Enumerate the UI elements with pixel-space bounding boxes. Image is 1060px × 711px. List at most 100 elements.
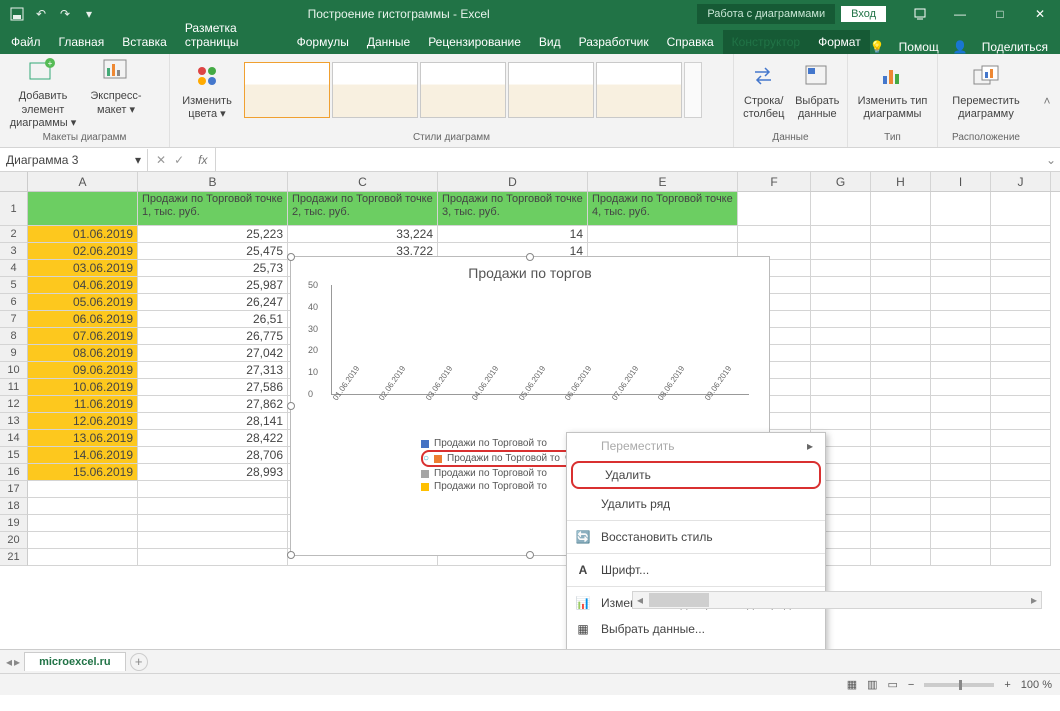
cell[interactable]: 09.06.2019 — [28, 362, 138, 379]
tab-chart-format[interactable]: Формат — [809, 30, 870, 54]
cell[interactable]: 26,247 — [138, 294, 288, 311]
row-header[interactable]: 2 — [0, 226, 28, 243]
tab-developer[interactable]: Разработчик — [570, 30, 658, 54]
cell[interactable]: 08.06.2019 — [28, 345, 138, 362]
cell[interactable] — [28, 481, 138, 498]
worksheet-grid[interactable]: A B C D E F G H I J 1 Продажи по Торгово… — [0, 172, 1060, 649]
cell[interactable] — [138, 481, 288, 498]
tab-view[interactable]: Вид — [530, 30, 570, 54]
cell[interactable] — [138, 515, 288, 532]
row-header[interactable]: 3 — [0, 243, 28, 260]
save-icon[interactable] — [6, 3, 28, 25]
style-thumb-2[interactable] — [332, 62, 418, 118]
col-header[interactable]: B — [138, 172, 288, 191]
row-header[interactable]: 19 — [0, 515, 28, 532]
cell[interactable]: 28,422 — [138, 430, 288, 447]
cell[interactable] — [991, 481, 1051, 498]
tab-insert[interactable]: Вставка — [113, 30, 176, 54]
cell[interactable] — [588, 226, 738, 243]
row-header[interactable]: 9 — [0, 345, 28, 362]
cell[interactable]: 27,042 — [138, 345, 288, 362]
cell[interactable] — [138, 498, 288, 515]
resize-handle[interactable] — [287, 253, 295, 261]
row-header[interactable]: 18 — [0, 498, 28, 515]
share-icon[interactable]: 👤 — [953, 40, 968, 54]
cell[interactable] — [28, 549, 138, 566]
maximize-icon[interactable]: □ — [980, 0, 1020, 28]
add-sheet-button[interactable]: + — [130, 653, 148, 671]
redo-icon[interactable]: ↷ — [54, 3, 76, 25]
switch-row-column-button[interactable]: Строка/ столбец — [740, 58, 788, 121]
ctx-delete[interactable]: Удалить — [571, 461, 821, 489]
cell[interactable]: 07.06.2019 — [28, 328, 138, 345]
cell[interactable] — [931, 498, 991, 515]
row-header[interactable]: 8 — [0, 328, 28, 345]
col-header[interactable]: H — [871, 172, 931, 191]
close-icon[interactable]: ✕ — [1020, 0, 1060, 28]
tab-formulas[interactable]: Формулы — [288, 30, 358, 54]
sheet-nav[interactable]: ◂▸ — [6, 655, 20, 669]
row-header[interactable]: 6 — [0, 294, 28, 311]
col-header[interactable]: G — [811, 172, 871, 191]
cell[interactable]: Продажи по Торговой точке 3, тыс. руб. — [438, 192, 588, 226]
collapse-ribbon-icon[interactable]: ˄ — [1034, 54, 1060, 147]
cell[interactable] — [931, 515, 991, 532]
cell[interactable]: 28,706 — [138, 447, 288, 464]
move-chart-button[interactable]: Переместить диаграмму — [944, 58, 1028, 121]
tab-data[interactable]: Данные — [358, 30, 419, 54]
cell[interactable]: 14.06.2019 — [28, 447, 138, 464]
resize-handle[interactable] — [526, 253, 534, 261]
cell[interactable] — [931, 481, 991, 498]
tab-page-layout[interactable]: Разметка страницы — [176, 16, 288, 54]
chart-title[interactable]: Продажи по торгов — [291, 257, 769, 285]
cell[interactable]: 26,51 — [138, 311, 288, 328]
cell[interactable]: 10.06.2019 — [28, 379, 138, 396]
cell[interactable]: 05.06.2019 — [28, 294, 138, 311]
cell[interactable]: 04.06.2019 — [28, 277, 138, 294]
undo-icon[interactable]: ↶ — [30, 3, 52, 25]
col-header[interactable]: C — [288, 172, 438, 191]
row-header[interactable]: 13 — [0, 413, 28, 430]
cell[interactable] — [28, 515, 138, 532]
cell[interactable]: 28,141 — [138, 413, 288, 430]
cell[interactable] — [871, 549, 931, 566]
cell[interactable]: 02.06.2019 — [28, 243, 138, 260]
cell[interactable]: 28,993 — [138, 464, 288, 481]
cell[interactable] — [138, 532, 288, 549]
col-header[interactable]: I — [931, 172, 991, 191]
row-header[interactable]: 4 — [0, 260, 28, 277]
cell[interactable] — [871, 481, 931, 498]
ribbon-options-icon[interactable] — [900, 0, 940, 28]
cell[interactable] — [931, 532, 991, 549]
cell[interactable]: 25,73 — [138, 260, 288, 277]
col-header[interactable]: E — [588, 172, 738, 191]
ctx-delete-series[interactable]: Удалить ряд — [567, 491, 825, 517]
col-header[interactable]: A — [28, 172, 138, 191]
select-all-corner[interactable] — [0, 172, 28, 191]
formula-input[interactable] — [215, 148, 1042, 171]
zoom-slider[interactable] — [924, 683, 994, 687]
tab-chart-design[interactable]: Конструктор — [723, 30, 809, 54]
cell[interactable] — [871, 515, 931, 532]
change-chart-type-button[interactable]: Изменить тип диаграммы — [854, 58, 931, 121]
row-header[interactable]: 14 — [0, 430, 28, 447]
view-page-break-icon[interactable]: ▭ — [888, 678, 898, 691]
row-header[interactable]: 21 — [0, 549, 28, 566]
chevron-down-icon[interactable]: ▾ — [135, 153, 141, 167]
fx-icon[interactable]: fx — [198, 153, 207, 167]
style-thumb-5[interactable] — [596, 62, 682, 118]
cell[interactable]: Продажи по Торговой точке 2, тыс. руб. — [288, 192, 438, 226]
cell[interactable] — [28, 532, 138, 549]
style-thumb-1[interactable] — [244, 62, 330, 118]
row-header[interactable]: 7 — [0, 311, 28, 328]
cell[interactable]: 27,862 — [138, 396, 288, 413]
row-header[interactable]: 12 — [0, 396, 28, 413]
col-header[interactable]: F — [738, 172, 811, 191]
cell[interactable]: 26,775 — [138, 328, 288, 345]
tab-help[interactable]: Справка — [658, 30, 723, 54]
gallery-more-icon[interactable] — [684, 62, 702, 118]
cell[interactable]: 12.06.2019 — [28, 413, 138, 430]
view-page-layout-icon[interactable]: ▥ — [867, 678, 877, 691]
cell[interactable]: Продажи по Торговой точке 4, тыс. руб. — [588, 192, 738, 226]
tell-me-icon[interactable]: 💡 — [870, 40, 885, 54]
